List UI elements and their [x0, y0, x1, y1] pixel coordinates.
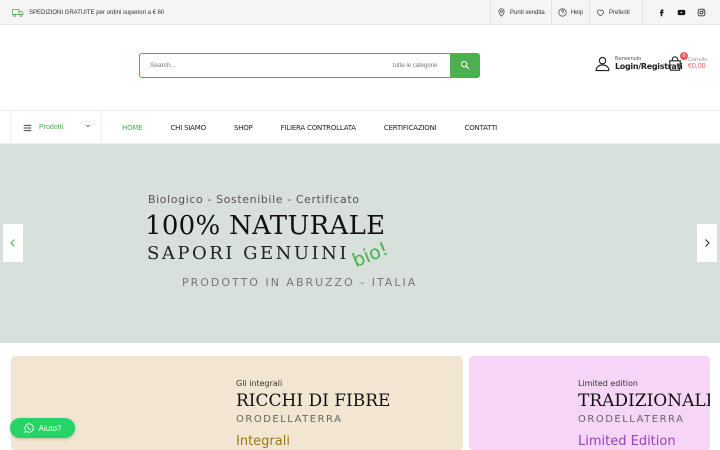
promo-brand: ORODELLATERRA	[236, 414, 343, 425]
help-chat-button[interactable]: Aiuto?	[10, 418, 75, 438]
top-link-label: Punti vendita	[510, 9, 545, 16]
cart-link[interactable]: 0 Carrello €0,00	[667, 52, 707, 72]
promo-card-integrali[interactable]: Gli integrali RICCHI DI FIBRE ORODELLATE…	[11, 356, 463, 450]
promo-category: Integrali	[236, 434, 290, 449]
facebook-icon[interactable]	[657, 8, 666, 17]
hero-bio-tag: bio!	[349, 237, 392, 273]
nav-item-certificazioni[interactable]: CERTIFICAZIONI	[384, 124, 437, 132]
truck-icon	[12, 9, 24, 17]
promo-brand: ORODELLATERRA	[578, 414, 685, 425]
nav-item-filiera[interactable]: FILIERA CONTROLLATA	[281, 124, 356, 132]
top-link-label: Preferiti	[609, 9, 630, 16]
cart-count-badge: 0	[680, 52, 688, 60]
search-category-select[interactable]: tutte le categorie	[375, 63, 450, 69]
nav-item-shop[interactable]: SHOP	[234, 124, 253, 132]
instagram-icon[interactable]	[697, 8, 706, 17]
search-button[interactable]	[450, 52, 480, 78]
site-header: tutte le categorie Benvenuto Login/Regis…	[0, 25, 720, 110]
help-chat-label: Aiuto?	[38, 423, 62, 433]
slider-next-button[interactable]	[697, 224, 717, 262]
menu-icon	[23, 124, 32, 131]
chevron-right-icon	[705, 239, 710, 247]
heart-icon	[597, 9, 604, 17]
hero-kicker: Biologico - Sostenibile - Certificato	[148, 193, 360, 206]
search-input[interactable]	[140, 62, 375, 69]
main-nav: Prodotti HOME CHI SIAMO SHOP FILIERA CON…	[0, 110, 720, 144]
nav-item-chi-siamo[interactable]: CHI SIAMO	[170, 124, 206, 132]
promo-title: TRADIZIONALI	[578, 391, 710, 411]
cart-total: €0,00	[688, 63, 706, 70]
nav-menu: HOME CHI SIAMO SHOP FILIERA CONTROLLATA …	[122, 111, 525, 144]
hero-headline: 100% NATURALE	[145, 211, 386, 241]
chevron-left-icon	[10, 239, 15, 247]
chevron-down-icon	[85, 124, 91, 128]
promo-card-limited[interactable]: Limited edition TRADIZIONALI ORODELLATER…	[469, 356, 710, 450]
map-pin-icon	[498, 8, 505, 17]
products-dropdown-label: Prodotti	[39, 124, 64, 131]
top-link-store-locator[interactable]: Punti vendita	[490, 0, 551, 25]
promo-kicker: Gli integrali	[236, 379, 283, 388]
products-dropdown[interactable]: Prodotti	[10, 111, 102, 144]
help-circle-icon	[558, 8, 567, 17]
top-bar: SPEDIZIONI GRATUITE per ordini superiori…	[0, 0, 720, 25]
promo-title: RICCHI DI FIBRE	[236, 391, 391, 411]
youtube-icon[interactable]	[677, 8, 686, 17]
shipping-notice: SPEDIZIONI GRATUITE per ordini superiori…	[12, 0, 164, 25]
top-link-favorites[interactable]: Preferiti	[589, 0, 636, 25]
nav-item-contatti[interactable]: CONTATTI	[465, 124, 498, 132]
search-bar: tutte le categorie	[139, 52, 480, 78]
top-links: Punti vendita Help Preferiti	[490, 0, 636, 25]
hero-origin: PRODOTTO IN ABRUZZO - ITALIA	[182, 276, 418, 289]
search-icon	[460, 60, 470, 70]
promo-category: Limited Edition	[578, 434, 676, 449]
social-links	[642, 0, 720, 25]
top-link-help[interactable]: Help	[550, 0, 589, 25]
promo-kicker: Limited edition	[578, 379, 638, 388]
shipping-text: SPEDIZIONI GRATUITE per ordini superiori…	[29, 9, 165, 16]
top-link-label: Help	[570, 9, 584, 16]
whatsapp-icon	[23, 423, 34, 433]
nav-item-home[interactable]: HOME	[122, 124, 143, 132]
hero-slider: Biologico - Sostenibile - Certificato 10…	[0, 144, 720, 343]
user-icon	[595, 56, 610, 72]
slider-prev-button[interactable]	[3, 224, 23, 262]
hero-subheadline: SAPORI GENUINI	[147, 243, 349, 264]
page: SPEDIZIONI GRATUITE per ordini superiori…	[0, 0, 720, 450]
